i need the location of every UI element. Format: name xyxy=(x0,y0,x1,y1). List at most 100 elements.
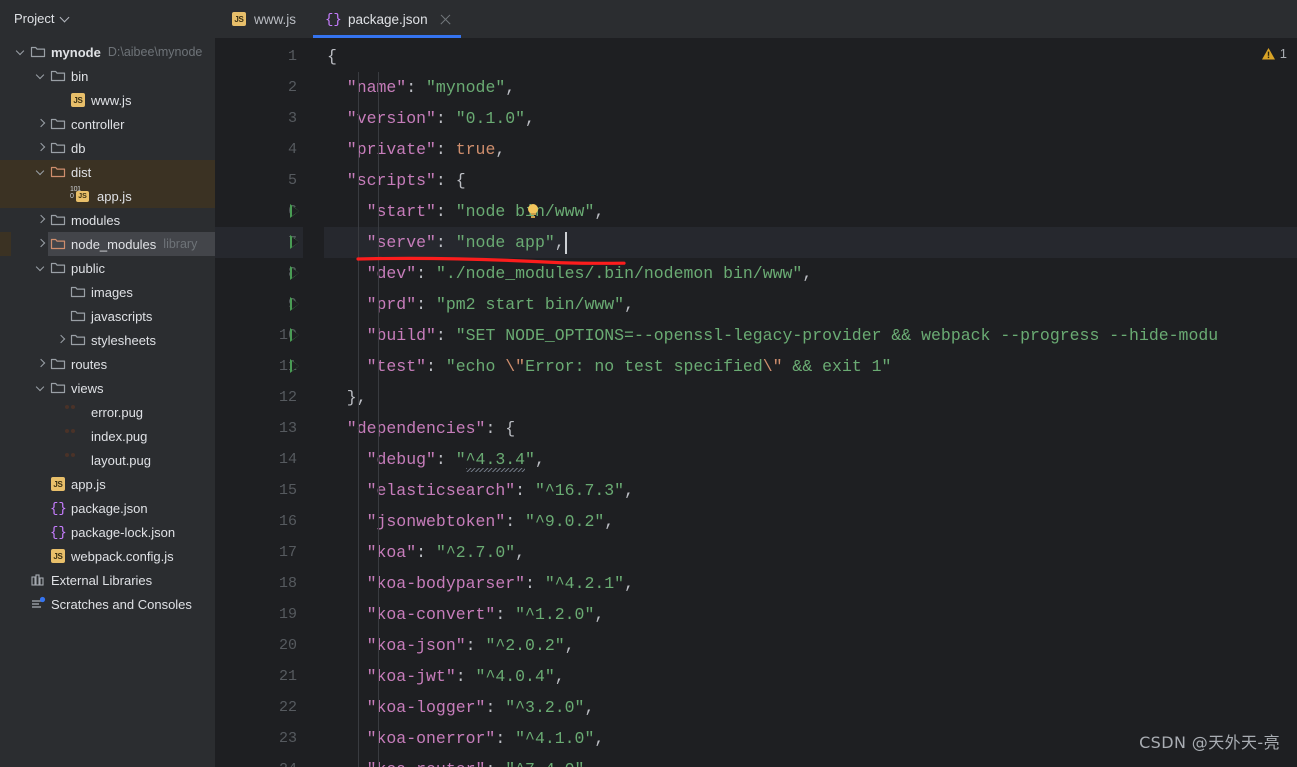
code-line[interactable]: "koa-json": "^2.0.2", xyxy=(324,630,1297,661)
code-token: : xyxy=(435,202,456,221)
tree-item-public[interactable]: public xyxy=(0,256,215,280)
run-script-icon[interactable] xyxy=(290,235,299,249)
code-line[interactable]: "elasticsearch": "^16.7.3", xyxy=(324,475,1297,506)
run-script-icon[interactable] xyxy=(290,297,299,311)
code-token: : xyxy=(485,760,505,767)
tree-item-mynode[interactable]: mynode D:\aibee\mynode xyxy=(0,40,215,64)
arrow-spacer xyxy=(54,184,70,208)
line-number: 18 xyxy=(278,575,297,592)
code-token: "^4.1.0" xyxy=(515,729,595,748)
chevron-down-icon[interactable] xyxy=(34,160,50,184)
code-line[interactable]: "start": "node bin/www", xyxy=(324,196,1297,227)
tree-item-routes[interactable]: routes xyxy=(0,352,215,376)
inspection-squiggle xyxy=(465,468,526,472)
code-token: : xyxy=(435,233,456,252)
code-line[interactable]: "name": "mynode", xyxy=(324,72,1297,103)
folder-icon xyxy=(30,44,46,60)
code-line[interactable]: "koa-bodyparser": "^4.2.1", xyxy=(324,568,1297,599)
tree-item-app-js[interactable]: JS app.js xyxy=(0,472,215,496)
run-script-icon[interactable] xyxy=(290,266,299,280)
arrow-spacer xyxy=(34,520,50,544)
tree-item-www-js[interactable]: JS www.js xyxy=(0,88,215,112)
tree-item-label: package.json xyxy=(71,500,148,516)
chevron-right-icon[interactable] xyxy=(34,352,50,376)
line-number: 23 xyxy=(278,730,297,747)
tree-item-dist[interactable]: dist xyxy=(0,160,215,184)
code-line[interactable]: "koa": "^2.7.0", xyxy=(324,537,1297,568)
tree-item-db[interactable]: db xyxy=(0,136,215,160)
code-line[interactable]: "prd": "pm2 start bin/www", xyxy=(324,289,1297,320)
tab-www-js[interactable]: JS www.js xyxy=(215,0,309,38)
code-line[interactable]: "version": "0.1.0", xyxy=(324,103,1297,134)
tree-item-stylesheets[interactable]: stylesheets xyxy=(0,328,215,352)
code-token: Error: no test specified xyxy=(525,357,763,376)
code-canvas[interactable]: { "name": "mynode", "version": "0.1.0", … xyxy=(324,38,1297,767)
indent-guide xyxy=(358,72,359,767)
tree-item-javascripts[interactable]: javascripts xyxy=(0,304,215,328)
code-token: "pm2 start bin/www" xyxy=(435,295,625,314)
code-line[interactable]: "koa-logger": "^3.2.0", xyxy=(324,692,1297,723)
code-token: "start" xyxy=(327,202,436,221)
code-token: "SET NODE_OPTIONS=--openssl-legacy-provi… xyxy=(455,326,1219,345)
tree-item-index-pug[interactable]: index.pug xyxy=(0,424,215,448)
tree-item-package-json[interactable]: {} package.json xyxy=(0,496,215,520)
code-token: "build" xyxy=(327,326,436,345)
tree-item-layout-pug[interactable]: layout.pug xyxy=(0,448,215,472)
code-line[interactable]: "koa-router": "^7.4.0" xyxy=(324,754,1297,767)
tree-item-external-libraries[interactable]: External Libraries xyxy=(0,568,215,592)
tree-item-bin[interactable]: bin xyxy=(0,64,215,88)
code-line[interactable]: "test": "echo \"Error: no test specified… xyxy=(324,351,1297,382)
code-line[interactable]: "private": true, xyxy=(324,134,1297,165)
code-editor[interactable]: 123456789101112131415161718192021222324 … xyxy=(215,38,1297,767)
run-script-icon[interactable] xyxy=(290,204,299,218)
tree-item-controller[interactable]: controller xyxy=(0,112,215,136)
chevron-down-icon[interactable] xyxy=(60,13,70,23)
tree-item-package-lock-json[interactable]: {} package-lock.json xyxy=(0,520,215,544)
code-line[interactable]: "scripts": { xyxy=(324,165,1297,196)
tree-item-node-modules[interactable]: node_modules library xyxy=(0,232,215,256)
chevron-right-icon[interactable] xyxy=(54,328,70,352)
tree-item-views[interactable]: views xyxy=(0,376,215,400)
tree-item-modules[interactable]: modules xyxy=(0,208,215,232)
code-line[interactable]: "serve": "node app", xyxy=(324,227,1297,258)
editor-gutter[interactable]: 123456789101112131415161718192021222324 xyxy=(215,38,303,767)
tree-item-scratches-and-consoles[interactable]: Scratches and Consoles xyxy=(0,592,215,616)
tab-package-json[interactable]: {} package.json xyxy=(309,0,465,38)
chevron-down-icon[interactable] xyxy=(34,376,50,400)
code-line[interactable]: "build": "SET NODE_OPTIONS=--openssl-leg… xyxy=(324,320,1297,351)
chevron-right-icon[interactable] xyxy=(34,136,50,160)
code-line[interactable]: { xyxy=(324,41,1297,72)
status-badge[interactable]: 1 xyxy=(1261,46,1287,61)
code-line[interactable]: "koa-convert": "^1.2.0", xyxy=(324,599,1297,630)
chevron-down-icon[interactable] xyxy=(14,40,30,64)
folder-icon xyxy=(50,212,66,228)
sidebar-header[interactable]: Project xyxy=(0,0,215,36)
run-script-icon[interactable] xyxy=(290,359,299,373)
tree-item-images[interactable]: images xyxy=(0,280,215,304)
pug-file-icon xyxy=(70,428,86,444)
tree-item-app-js[interactable]: 101 0 JS app.js xyxy=(0,184,215,208)
chevron-down-icon[interactable] xyxy=(34,64,50,88)
code-line[interactable]: }, xyxy=(324,382,1297,413)
tree-item-error-pug[interactable]: error.pug xyxy=(0,400,215,424)
code-token: \" xyxy=(762,357,783,376)
code-line[interactable]: "jsonwebtoken": "^9.0.2", xyxy=(324,506,1297,537)
chevron-right-icon[interactable] xyxy=(34,112,50,136)
arrow-spacer xyxy=(34,496,50,520)
code-token: , xyxy=(515,543,526,562)
intention-bulb-icon[interactable] xyxy=(527,204,539,219)
run-script-icon[interactable] xyxy=(290,328,299,342)
excluded-stripe xyxy=(0,232,11,256)
code-line[interactable]: "dependencies": { xyxy=(324,413,1297,444)
code-line[interactable]: "koa-jwt": "^4.0.4", xyxy=(324,661,1297,692)
watermark: CSDN @天外天-亮 xyxy=(1139,733,1280,752)
tree-item-label: public xyxy=(71,260,105,276)
tree-item-webpack-config-js[interactable]: JS webpack.config.js xyxy=(0,544,215,568)
chevron-down-icon[interactable] xyxy=(34,256,50,280)
fold-gutter[interactable] xyxy=(303,38,324,767)
chevron-right-icon[interactable] xyxy=(34,208,50,232)
code-token: , xyxy=(624,574,634,593)
tree-item-label: controller xyxy=(71,116,125,132)
chevron-right-icon[interactable] xyxy=(34,232,50,256)
close-icon[interactable] xyxy=(439,13,452,26)
